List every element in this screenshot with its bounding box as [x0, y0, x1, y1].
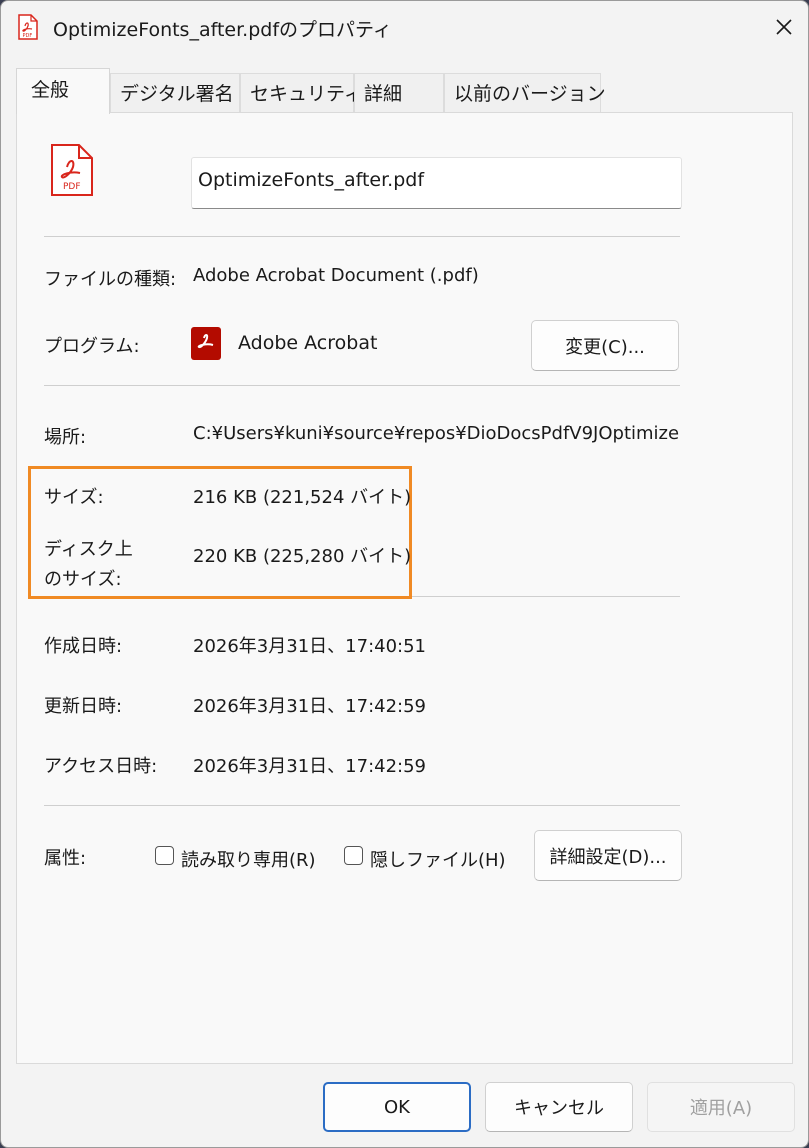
- modified-value: 2026年3月31日、17:42:59: [193, 696, 427, 717]
- file-type-label: ファイルの種類:: [44, 269, 177, 290]
- apply-label: 適用(A): [689, 1098, 753, 1119]
- tab-digital-signature[interactable]: デジタル署名: [110, 73, 240, 113]
- change-program-button[interactable]: 変更(C)...: [531, 320, 679, 371]
- tab-label: デジタル署名: [120, 83, 234, 105]
- attributes-label: 属性:: [44, 848, 87, 869]
- modified-label: 更新日時:: [44, 696, 123, 717]
- disk-size-label: ディスク上: [44, 539, 133, 560]
- pdf-document-icon: PDF: [49, 143, 95, 201]
- disk-size-label-2: のサイズ:: [44, 569, 122, 590]
- size-value: 216 KB (221,524 バイト): [193, 487, 412, 508]
- pdf-file-icon: PDF: [17, 14, 39, 44]
- location-value: C:¥Users¥kuni¥source¥repos¥DioDocsPdfV9J…: [193, 423, 680, 444]
- separator: [44, 236, 680, 237]
- window-title: OptimizeFonts_after.pdfのプロパティ: [53, 19, 392, 41]
- close-button[interactable]: [758, 1, 808, 53]
- cancel-label: キャンセル: [514, 1098, 604, 1119]
- title-bar: PDF OptimizeFonts_after.pdfのプロパティ: [1, 1, 808, 53]
- ok-label: OK: [384, 1096, 410, 1118]
- apply-button[interactable]: 適用(A): [647, 1082, 795, 1132]
- separator: [44, 385, 680, 386]
- properties-dialog: PDF OptimizeFonts_after.pdfのプロパティ 全般 デジタ…: [0, 0, 809, 1148]
- advanced-settings-button[interactable]: 詳細設定(D)...: [534, 830, 682, 881]
- created-value: 2026年3月31日、17:40:51: [193, 636, 427, 657]
- location-label: 場所:: [44, 427, 87, 448]
- program-value: Adobe Acrobat: [238, 332, 378, 354]
- hidden-checkbox[interactable]: [344, 846, 363, 865]
- tab-label: 以前のバージョン: [454, 83, 606, 105]
- size-label: サイズ:: [44, 487, 104, 508]
- acrobat-icon: [191, 327, 221, 360]
- file-type-value: Adobe Acrobat Document (.pdf): [193, 265, 479, 286]
- readonly-label[interactable]: 読み取り専用(R): [181, 846, 316, 872]
- tab-details[interactable]: 詳細: [354, 73, 444, 113]
- tab-security[interactable]: セキュリティ: [240, 73, 363, 113]
- disk-size-value: 220 KB (225,280 バイト): [193, 546, 412, 567]
- location-field[interactable]: C:¥Users¥kuni¥source¥repos¥DioDocsPdfV9J…: [193, 421, 683, 449]
- tab-label: 詳細: [364, 83, 403, 105]
- tab-previous-versions[interactable]: 以前のバージョン: [444, 73, 606, 113]
- separator: [412, 596, 680, 597]
- filename-field[interactable]: OptimizeFonts_after.pdf: [191, 157, 682, 209]
- ok-button[interactable]: OK: [323, 1082, 471, 1132]
- accessed-label: アクセス日時:: [44, 756, 158, 777]
- hidden-label[interactable]: 隠しファイル(H): [370, 846, 506, 872]
- close-icon: [776, 19, 792, 35]
- tab-label: 全般: [31, 79, 70, 101]
- advanced-button-label: 詳細設定(D)...: [549, 846, 667, 868]
- readonly-checkbox[interactable]: [155, 846, 174, 865]
- tab-general[interactable]: 全般: [16, 68, 110, 114]
- created-label: 作成日時:: [44, 636, 123, 657]
- cancel-button[interactable]: キャンセル: [485, 1082, 633, 1132]
- change-button-label: 変更(C)...: [565, 336, 645, 358]
- program-label: プログラム:: [44, 336, 140, 357]
- tab-label: セキュリティ: [250, 83, 363, 105]
- accessed-value: 2026年3月31日、17:42:59: [193, 756, 427, 777]
- filename-text: OptimizeFonts_after.pdf: [198, 169, 425, 191]
- svg-text:PDF: PDF: [63, 182, 81, 192]
- separator: [44, 805, 680, 806]
- svg-text:PDF: PDF: [23, 33, 33, 39]
